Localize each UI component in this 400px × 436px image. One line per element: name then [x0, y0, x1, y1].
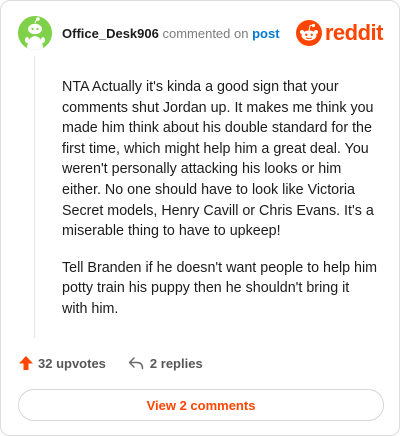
comment-paragraph: NTA Actually it's kinda a good sign that…	[62, 79, 374, 240]
upvote-button[interactable]: 32 upvotes	[18, 355, 106, 371]
comment-footer: 32 upvotes 2 replies	[18, 355, 203, 371]
comment-body: NTA Actually it's kinda a good sign that…	[62, 77, 378, 336]
thread-line	[34, 56, 35, 338]
reply-arrow-icon	[128, 357, 144, 370]
action-text: commented on	[162, 26, 249, 41]
reddit-logo[interactable]: reddit	[295, 20, 384, 46]
replies-count: 2 replies	[149, 355, 203, 371]
post-link[interactable]: post	[252, 26, 279, 41]
upvote-arrow-icon	[19, 356, 33, 370]
comment-header: Office_Desk906 commented on post	[62, 26, 280, 41]
user-avatar[interactable]	[18, 16, 52, 50]
snoo-avatar-icon	[18, 16, 52, 50]
username-link[interactable]: Office_Desk906	[62, 26, 159, 41]
reddit-wordmark: reddit	[324, 20, 384, 45]
reddit-logo-icon	[295, 20, 322, 46]
comment-card: Office_Desk906 commented on post reddit …	[0, 0, 400, 436]
view-comments-button[interactable]: View 2 comments	[18, 389, 384, 421]
comment-paragraph: Tell Branden if he doesn't want people t…	[62, 259, 378, 317]
replies-button[interactable]: 2 replies	[128, 356, 203, 371]
upvote-count: 32 upvotes	[38, 355, 106, 371]
